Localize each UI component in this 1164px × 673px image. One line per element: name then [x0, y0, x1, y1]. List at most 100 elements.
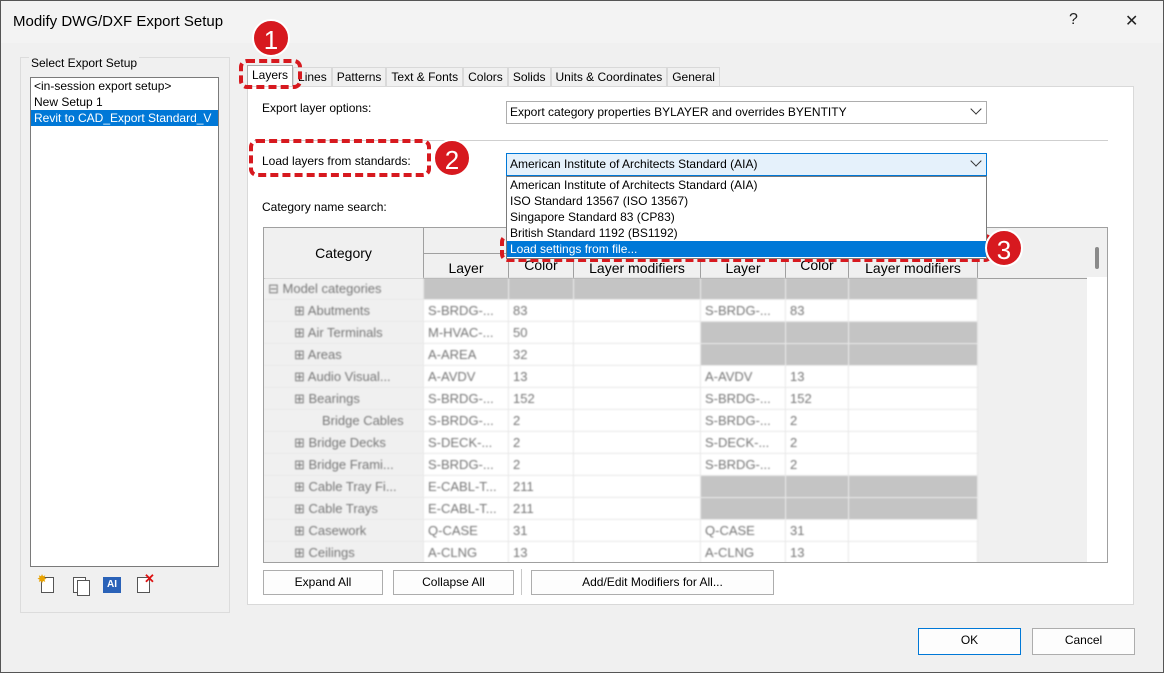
- add-edit-modifiers-button[interactable]: Add/Edit Modifiers for All...: [531, 570, 774, 595]
- grid-cell-p-mod[interactable]: [849, 454, 978, 476]
- grid-cell-p-mod[interactable]: [849, 476, 978, 498]
- grid-cell-p-color[interactable]: 13: [786, 542, 849, 562]
- grid-cell-mod[interactable]: [574, 520, 701, 542]
- expand-icon[interactable]: ⊞: [294, 369, 308, 384]
- table-row[interactable]: ⊞ Bridge Frami... S-BRDG-... 2 S-BRDG-... 2: [264, 454, 978, 476]
- grid-cell-p-mod[interactable]: [849, 344, 978, 366]
- grid-cell-color[interactable]: 32: [509, 344, 574, 366]
- grid-cell-p-mod[interactable]: [849, 432, 978, 454]
- dropdown-option[interactable]: Singapore Standard 83 (CP83): [507, 209, 986, 225]
- setup-list-item[interactable]: Revit to CAD_Export Standard_V: [31, 110, 218, 126]
- table-row[interactable]: ⊞ Cable Tray Fi... E-CABL-T... 211: [264, 476, 978, 498]
- grid-cell-layer[interactable]: [424, 278, 509, 300]
- table-row[interactable]: ⊞ Bridge Decks S-DECK-... 2 S-DECK-... 2: [264, 432, 978, 454]
- expand-icon[interactable]: ⊞: [294, 523, 309, 538]
- grid-cell-color[interactable]: 83: [509, 300, 574, 322]
- expand-icon[interactable]: ⊞: [294, 303, 308, 318]
- setup-list-item[interactable]: New Setup 1: [31, 94, 218, 110]
- table-row[interactable]: ⊞ Abutments S-BRDG-... 83 S-BRDG-... 83: [264, 300, 978, 322]
- grid-cell-color[interactable]: 50: [509, 322, 574, 344]
- grid-cell-p-layer[interactable]: [701, 498, 786, 520]
- grid-cell-p-layer[interactable]: [701, 344, 786, 366]
- grid-cell-p-color[interactable]: 13: [786, 366, 849, 388]
- delete-setup-icon[interactable]: ✕: [133, 571, 155, 596]
- grid-cell-p-mod[interactable]: [849, 410, 978, 432]
- grid-cell-mod[interactable]: [574, 322, 701, 344]
- tab-units-coordinates[interactable]: Units & Coordinates: [550, 67, 668, 86]
- grid-cell-p-layer[interactable]: [701, 278, 786, 300]
- grid-cell-p-layer[interactable]: S-DECK-...: [701, 432, 786, 454]
- grid-cell-p-color[interactable]: 83: [786, 300, 849, 322]
- table-row[interactable]: ⊞ Air Terminals M-HVAC-... 50: [264, 322, 978, 344]
- grid-cell-mod[interactable]: [574, 498, 701, 520]
- grid-cell-mod[interactable]: [574, 344, 701, 366]
- grid-cell-color[interactable]: 211: [509, 476, 574, 498]
- help-button[interactable]: ?: [1069, 11, 1078, 29]
- grid-cell-layer[interactable]: A-CLNG: [424, 542, 509, 562]
- grid-cell-mod[interactable]: [574, 542, 701, 562]
- grid-cell-color[interactable]: 2: [509, 432, 574, 454]
- grid-cell-layer[interactable]: E-CABL-T...: [424, 498, 509, 520]
- grid-cell-p-color[interactable]: [786, 344, 849, 366]
- grid-cell-color[interactable]: 13: [509, 542, 574, 562]
- grid-cell-layer[interactable]: S-DECK-...: [424, 432, 509, 454]
- tab-solids[interactable]: Solids: [507, 67, 551, 86]
- grid-cell-mod[interactable]: [574, 300, 701, 322]
- grid-cell-color[interactable]: 211: [509, 498, 574, 520]
- grid-scrollbar-thumb[interactable]: [1095, 247, 1099, 269]
- grid-cell-p-mod[interactable]: [849, 520, 978, 542]
- grid-scroll-track[interactable]: [1087, 277, 1107, 562]
- grid-cell-mod[interactable]: [574, 366, 701, 388]
- setup-list-item[interactable]: <in-session export setup>: [31, 78, 218, 94]
- grid-cell-p-mod[interactable]: [849, 322, 978, 344]
- grid-cell-layer[interactable]: S-BRDG-...: [424, 388, 509, 410]
- tab-patterns[interactable]: Patterns: [331, 67, 387, 86]
- tab-general[interactable]: General: [667, 67, 720, 86]
- ok-button[interactable]: OK: [918, 628, 1021, 655]
- grid-cell-p-color[interactable]: [786, 278, 849, 300]
- dropdown-option[interactable]: British Standard 1192 (BS1192): [507, 225, 986, 241]
- expand-icon[interactable]: ⊞: [294, 435, 309, 450]
- grid-cell-p-color[interactable]: [786, 498, 849, 520]
- grid-cell-color[interactable]: 2: [509, 410, 574, 432]
- grid-cell-layer[interactable]: S-BRDG-...: [424, 300, 509, 322]
- grid-cell-p-layer[interactable]: A-AVDV: [701, 366, 786, 388]
- grid-cell-layer[interactable]: E-CABL-T...: [424, 476, 509, 498]
- table-row[interactable]: ⊞ Areas A-AREA 32: [264, 344, 978, 366]
- grid-cell-color[interactable]: [509, 278, 574, 300]
- grid-cell-mod[interactable]: [574, 476, 701, 498]
- dropdown-option[interactable]: Load settings from file...: [507, 241, 986, 257]
- grid-cell-mod[interactable]: [574, 432, 701, 454]
- grid-cell-p-layer[interactable]: S-BRDG-...: [701, 454, 786, 476]
- table-row[interactable]: ⊟ Model categories: [264, 278, 978, 300]
- collapse-all-button[interactable]: Collapse All: [393, 570, 514, 595]
- duplicate-setup-icon[interactable]: [69, 574, 91, 596]
- export-layer-options-select[interactable]: Export category properties BYLAYER and o…: [506, 101, 987, 124]
- grid-cell-p-layer[interactable]: Q-CASE: [701, 520, 786, 542]
- cancel-button[interactable]: Cancel: [1032, 628, 1135, 655]
- grid-cell-p-mod[interactable]: [849, 366, 978, 388]
- table-row[interactable]: ⊞ Cable Trays E-CABL-T... 211: [264, 498, 978, 520]
- table-row[interactable]: ⊞ Audio Visual... A-AVDV 13 A-AVDV 13: [264, 366, 978, 388]
- grid-cell-color[interactable]: 152: [509, 388, 574, 410]
- new-setup-icon[interactable]: ✸: [37, 572, 59, 596]
- grid-cell-p-layer[interactable]: S-BRDG-...: [701, 388, 786, 410]
- grid-cell-p-layer[interactable]: S-BRDG-...: [701, 410, 786, 432]
- table-row[interactable]: ⊞ Bearings S-BRDG-... 152 S-BRDG-... 152: [264, 388, 978, 410]
- grid-cell-color[interactable]: 13: [509, 366, 574, 388]
- grid-cell-p-layer[interactable]: S-BRDG-...: [701, 300, 786, 322]
- grid-cell-color[interactable]: 31: [509, 520, 574, 542]
- grid-cell-p-layer[interactable]: [701, 322, 786, 344]
- grid-cell-p-mod[interactable]: [849, 278, 978, 300]
- table-row[interactable]: ⊞ Casework Q-CASE 31 Q-CASE 31: [264, 520, 978, 542]
- expand-icon[interactable]: ⊞: [294, 545, 309, 560]
- grid-cell-layer[interactable]: M-HVAC-...: [424, 322, 509, 344]
- grid-cell-mod[interactable]: [574, 454, 701, 476]
- expand-icon[interactable]: ⊞: [294, 391, 309, 406]
- grid-cell-layer[interactable]: Q-CASE: [424, 520, 509, 542]
- tab-colors[interactable]: Colors: [463, 67, 508, 86]
- collapse-icon[interactable]: ⊟: [268, 281, 283, 296]
- rename-setup-icon[interactable]: AI: [101, 574, 123, 596]
- dropdown-option[interactable]: ISO Standard 13567 (ISO 13567): [507, 193, 986, 209]
- grid-cell-p-mod[interactable]: [849, 542, 978, 562]
